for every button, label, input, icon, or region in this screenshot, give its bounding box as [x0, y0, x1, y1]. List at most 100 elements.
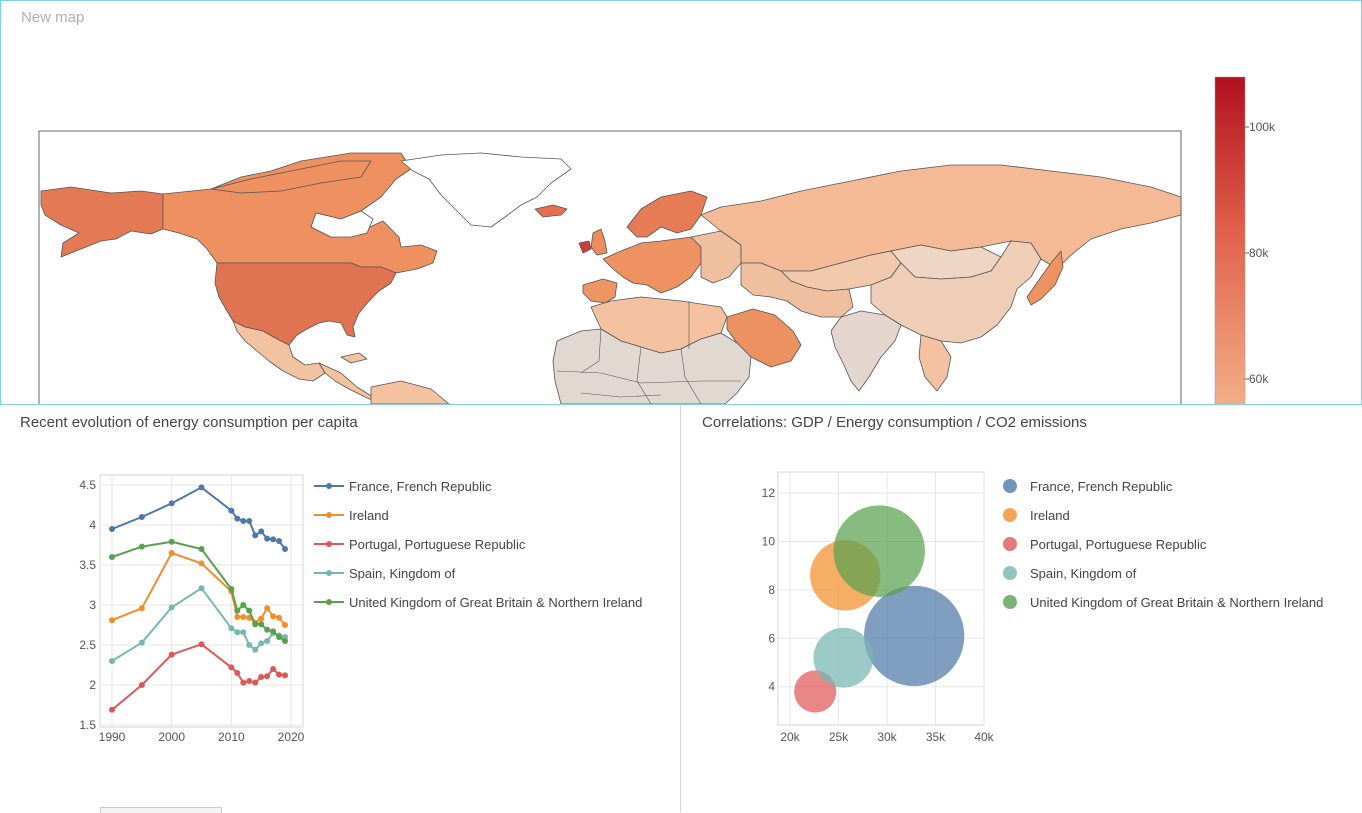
data-point[interactable]: [228, 664, 235, 671]
data-point[interactable]: [240, 614, 247, 620]
data-point[interactable]: [138, 682, 145, 688]
data-point[interactable]: [234, 629, 241, 636]
data-point[interactable]: [198, 585, 205, 592]
y-tick-label: 8: [768, 583, 775, 597]
data-point[interactable]: [264, 535, 271, 542]
data-point[interactable]: [234, 614, 241, 620]
data-point[interactable]: [198, 560, 205, 567]
data-point[interactable]: [276, 634, 283, 640]
y-tick-label: 2: [89, 678, 96, 692]
data-point[interactable]: [198, 484, 205, 491]
legend-label[interactable]: Portugal, Portuguese Republic: [1030, 537, 1207, 552]
data-point[interactable]: [109, 526, 115, 532]
legend-label[interactable]: France, French Republic: [349, 479, 492, 494]
data-point[interactable]: [109, 706, 115, 713]
x-tick-label: 25k: [829, 730, 849, 744]
x-tick-label: 2000: [158, 730, 185, 744]
data-point[interactable]: [252, 621, 259, 628]
data-point[interactable]: [270, 613, 277, 620]
data-point[interactable]: [109, 554, 115, 560]
data-point[interactable]: [168, 550, 175, 556]
data-point[interactable]: [240, 602, 247, 608]
data-point[interactable]: [168, 651, 175, 658]
data-point[interactable]: [228, 625, 235, 632]
data-point[interactable]: [234, 515, 241, 522]
data-point[interactable]: [258, 640, 265, 647]
data-point[interactable]: [228, 586, 235, 592]
legend-marker: [1003, 595, 1017, 609]
data-point[interactable]: [138, 639, 145, 646]
legend-label[interactable]: United Kingdom of Great Britain & Northe…: [1030, 595, 1323, 610]
data-point[interactable]: [198, 546, 205, 552]
data-point[interactable]: [246, 607, 253, 614]
legend-label[interactable]: Spain, Kingdom of: [1030, 566, 1137, 581]
data-point[interactable]: [264, 626, 271, 633]
x-tick-label: 35k: [926, 730, 946, 744]
colorscale-tick-label: 80k: [1249, 246, 1269, 260]
data-point[interactable]: [246, 642, 253, 648]
y-tick-label: 3.5: [79, 558, 96, 572]
bubble[interactable]: [864, 585, 965, 687]
bottom-tab[interactable]: [100, 807, 222, 813]
data-point[interactable]: [234, 670, 241, 676]
data-point[interactable]: [168, 500, 175, 507]
data-point[interactable]: [168, 604, 175, 611]
data-point[interactable]: [270, 628, 277, 635]
data-point[interactable]: [258, 528, 265, 535]
data-point[interactable]: [168, 538, 175, 545]
choropleth-map[interactable]: 100k 80k 60k: [1, 1, 1361, 404]
bubble-chart: 4 6 8 10 12 20k 25k 30k 35k 40k France, French Rep…: [762, 471, 1323, 744]
legend-label[interactable]: United Kingdom of Great Britain & Northe…: [349, 595, 642, 610]
data-point[interactable]: [276, 614, 283, 621]
legend-label[interactable]: France, French Republic: [1030, 479, 1173, 494]
series-line[interactable]: [111, 486, 286, 550]
legend-marker: [326, 512, 332, 518]
data-point[interactable]: [264, 673, 271, 680]
data-point[interactable]: [276, 538, 283, 544]
data-point[interactable]: [109, 658, 115, 664]
data-point[interactable]: [240, 679, 247, 686]
bubble[interactable]: [813, 627, 874, 688]
data-point[interactable]: [252, 646, 259, 653]
legend-marker: [1003, 537, 1017, 551]
data-point[interactable]: [138, 543, 145, 550]
data-point[interactable]: [258, 615, 265, 622]
data-point[interactable]: [138, 605, 145, 612]
data-point[interactable]: [240, 629, 247, 636]
legend-label[interactable]: Portugal, Portuguese Republic: [349, 537, 526, 552]
data-point[interactable]: [270, 536, 277, 543]
data-point[interactable]: [138, 514, 145, 520]
y-tick-label: 4.5: [79, 478, 96, 492]
bubble[interactable]: [833, 505, 925, 597]
data-point[interactable]: [109, 617, 115, 624]
legend-label[interactable]: Ireland: [349, 508, 389, 523]
data-point[interactable]: [234, 607, 241, 614]
data-point[interactable]: [282, 672, 289, 679]
data-point[interactable]: [198, 641, 205, 648]
data-point[interactable]: [246, 678, 253, 684]
data-point[interactable]: [246, 518, 253, 524]
data-point[interactable]: [258, 674, 265, 680]
data-point[interactable]: [252, 532, 259, 539]
data-point[interactable]: [264, 605, 271, 612]
data-point[interactable]: [282, 638, 289, 644]
data-point[interactable]: [264, 638, 271, 644]
data-point[interactable]: [240, 518, 247, 524]
line-chart: 1.5 2 2.5 3 3.5 4 4.5 1990 2000 2010 2020 France, F…: [79, 474, 642, 744]
data-point[interactable]: [228, 507, 235, 514]
legend-label[interactable]: Ireland: [1030, 508, 1070, 523]
data-point[interactable]: [276, 671, 283, 678]
legend-marker: [1003, 479, 1017, 493]
x-tick-label: 2020: [278, 730, 305, 744]
data-point[interactable]: [252, 679, 259, 686]
plot-frame: [99, 474, 304, 728]
data-point[interactable]: [258, 621, 265, 628]
y-tick-label: 6: [768, 631, 775, 645]
y-tick-label: 3: [89, 598, 96, 612]
legend-marker: [1003, 566, 1017, 580]
data-point[interactable]: [270, 666, 277, 672]
legend-label[interactable]: Spain, Kingdom of: [349, 566, 456, 581]
data-point[interactable]: [282, 622, 289, 628]
y-tick-label: 12: [762, 486, 776, 500]
data-point[interactable]: [282, 546, 289, 552]
